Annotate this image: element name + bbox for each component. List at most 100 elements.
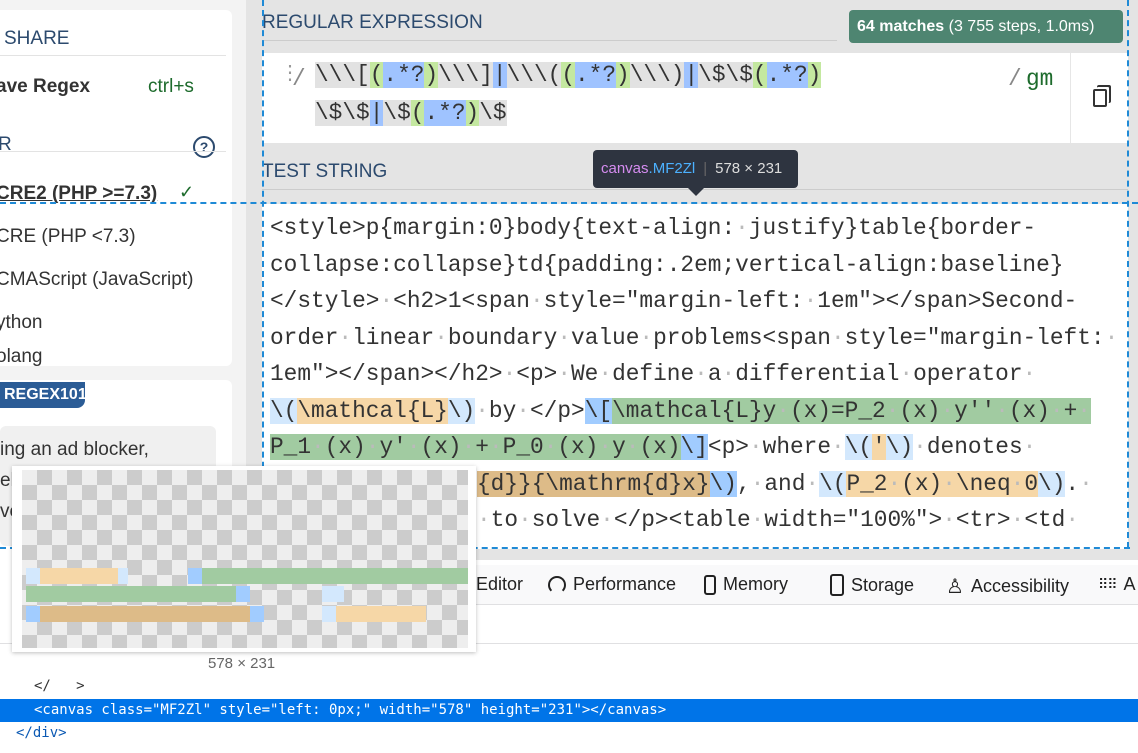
- save-regex-button[interactable]: ave Regex ctrl+s: [0, 76, 222, 102]
- text: denotes: [926, 434, 1023, 460]
- whitespace-marker: ·: [1077, 397, 1091, 424]
- whitespace-marker: ·: [885, 397, 900, 424]
- whitespace-marker: ·: [488, 434, 503, 460]
- whitespace-marker: ·: [1104, 324, 1119, 351]
- message-line: ing an ad blocker,: [0, 439, 149, 460]
- text: 0: [1024, 470, 1039, 497]
- text: \mathcal{L}y: [612, 397, 777, 424]
- whitespace-marker: ·: [639, 324, 654, 351]
- match-highlight: \(: [270, 397, 298, 424]
- whitespace-marker: ·: [830, 324, 845, 351]
- whitespace-marker: ·: [721, 361, 736, 387]
- whitespace-marker: ·: [543, 434, 558, 460]
- test-string-heading: TEST STRING: [262, 161, 388, 182]
- text: P_0: [502, 434, 544, 460]
- flavor-golang[interactable]: olang: [0, 346, 43, 366]
- whitespace-marker: ·: [598, 361, 613, 387]
- whitespace-marker: ·: [475, 397, 489, 424]
- test-string-line: 1em"></span></h2>·<p>·We·define·a·differ…: [270, 356, 1036, 393]
- text: differential: [735, 361, 900, 387]
- match-highlight: (: [369, 62, 384, 88]
- text: \(: [844, 434, 873, 460]
- test-string-line: ·to·solve·</p><table·width="100%">·<tr>·…: [477, 502, 1079, 539]
- copy-button[interactable]: [1070, 53, 1128, 143]
- match-highlight: P_2·(x)·\neq·0: [846, 470, 1039, 497]
- delimiter-close: /: [1008, 66, 1022, 92]
- flavor-ecmascript[interactable]: CMAScript (JavaScript): [0, 269, 193, 291]
- match-info-badge[interactable]: 64 matches (3 755 steps, 1.0ms): [849, 10, 1123, 43]
- text: y: [612, 434, 626, 460]
- match-highlight: \): [885, 434, 914, 460]
- whitespace-marker: ·: [831, 434, 845, 460]
- whitespace-marker: ·: [913, 434, 927, 460]
- tab-storage[interactable]: Storage: [830, 574, 914, 596]
- text: where: [762, 434, 832, 460]
- help-icon[interactable]: ?: [193, 136, 215, 158]
- match-highlight: \]: [680, 434, 708, 460]
- text: P_2: [846, 470, 888, 497]
- text: </p><table: [613, 507, 751, 533]
- canvas-thumbnail: [22, 470, 468, 648]
- match-highlight: \\\[: [315, 62, 370, 88]
- match-highlight: ): [465, 100, 480, 126]
- whitespace-marker: ·: [995, 397, 1009, 424]
- text: width="100%">: [764, 507, 943, 533]
- grid-icon: ⠿⠿: [1098, 576, 1117, 592]
- tooltip-class: .MF2Zl: [648, 160, 696, 177]
- regex-input[interactable]: ⋮ / \\\[(.*?)\\\]|\\\((.*?)\\\)|\$\$(.*?…: [262, 53, 1128, 143]
- match-highlight: (: [410, 100, 425, 126]
- whitespace-marker: ·: [516, 397, 530, 424]
- text: (x): [1008, 397, 1050, 424]
- regex-flags[interactable]: gm: [1026, 61, 1053, 98]
- match-highlight: .*?: [424, 100, 466, 126]
- whitespace-marker: ·: [625, 434, 640, 460]
- text: </p>: [529, 397, 585, 424]
- text: (x)=P_2: [789, 397, 886, 424]
- text-segment: ·denotes·: [913, 434, 1036, 460]
- whitespace-marker: ·: [899, 361, 914, 387]
- markup-node-selected[interactable]: <canvas class="MF2Zl" style="left: 0px;"…: [0, 699, 1138, 722]
- whitespace-marker: ·: [735, 215, 749, 241]
- chip-icon: [704, 574, 716, 595]
- whitespace-marker: ·: [598, 434, 613, 460]
- whitespace-marker: ·: [338, 324, 353, 351]
- tooltip-size: 578 × 231: [715, 160, 783, 177]
- tab-editor[interactable]: Editor: [476, 574, 523, 595]
- markup-node[interactable]: </div>: [16, 725, 67, 741]
- tab-label: Memory: [723, 574, 789, 594]
- flavor-pcre[interactable]: CRE (PHP <7.3): [0, 226, 136, 248]
- copy-icon: [1093, 89, 1107, 107]
- tab-accessibility[interactable]: ♙ Accessibility: [946, 574, 1069, 599]
- drag-handle-icon[interactable]: ⋮: [280, 63, 300, 83]
- text: <style>p{margin:0}body{text-align:: [270, 215, 736, 241]
- match-highlight: \mathcal{L}: [297, 397, 448, 424]
- match-highlight: \$\$: [698, 62, 753, 88]
- match-highlight: \): [447, 397, 476, 424]
- tab-memory[interactable]: Memory: [704, 574, 788, 595]
- tab-performance[interactable]: Performance: [548, 574, 676, 595]
- text-segment: ,·and·: [737, 471, 819, 497]
- regex-heading: REGULAR EXPRESSION: [262, 12, 483, 33]
- match-highlight: \$: [479, 100, 507, 126]
- tab-more[interactable]: ⠿⠿ A: [1098, 574, 1136, 595]
- whitespace-marker: ·: [518, 507, 532, 533]
- text: collapse:collapse}td{padding:.2em;vertic…: [270, 251, 1064, 278]
- match-highlight: ): [807, 62, 822, 88]
- text-segment: <p>·where·: [708, 434, 845, 460]
- save-regex-label: ave Regex: [0, 76, 91, 97]
- text: value: [571, 324, 640, 351]
- text: .: [1065, 470, 1080, 497]
- match-highlight: \\\]: [438, 62, 493, 88]
- tab-label: Accessibility: [970, 576, 1069, 596]
- text: y': [379, 434, 407, 460]
- whitespace-marker: ·: [1022, 361, 1037, 387]
- match-highlight: .*?: [575, 62, 617, 88]
- text: P_1: [270, 434, 312, 460]
- whitespace-marker: ·: [694, 361, 708, 387]
- text-segment: .·: [1065, 471, 1092, 497]
- flavor-heading: R: [0, 134, 12, 155]
- whitespace-marker: ·: [502, 361, 517, 387]
- whitespace-marker: ·: [434, 324, 448, 351]
- text: to: [490, 507, 519, 533]
- flavor-python[interactable]: ython: [0, 312, 42, 334]
